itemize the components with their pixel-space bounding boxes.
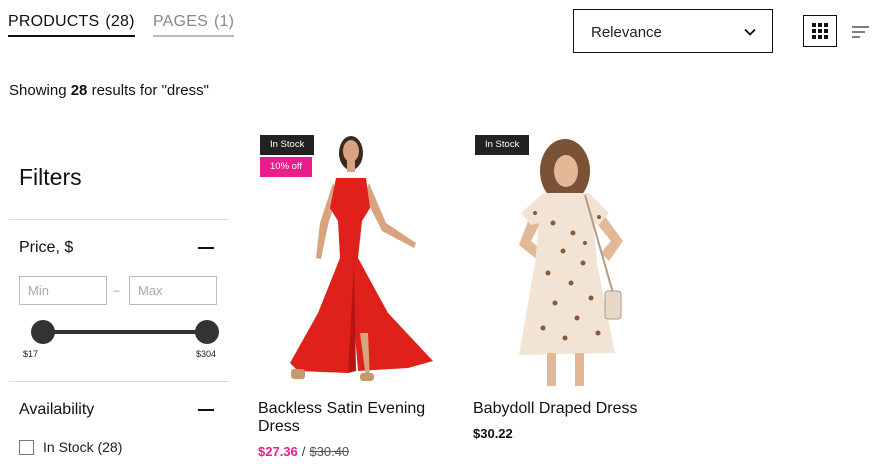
filters-title: Filters: [19, 164, 82, 190]
product-title[interactable]: Babydoll Draped Dress: [473, 400, 668, 418]
sort-select[interactable]: Relevance: [573, 9, 773, 53]
results-prefix: Showing: [9, 82, 71, 99]
price-filter-title: Price, $: [19, 239, 74, 256]
filters-divider: [9, 219, 229, 220]
tab-pages[interactable]: PAGES (1): [153, 13, 235, 37]
results-count: 28: [70, 82, 88, 99]
product-price: $27.36/$30.40: [258, 444, 453, 459]
discount-badge: 10% off: [260, 157, 313, 177]
price-max-label: $304: [196, 349, 217, 359]
price-slider-track[interactable]: [43, 330, 207, 334]
list-icon[interactable]: [852, 24, 870, 40]
price-slider-min-handle[interactable]: [31, 320, 55, 344]
product-photo-babydoll-dress: [519, 139, 623, 386]
tab-products-count: (28): [105, 13, 135, 30]
results-suffix: results for "dress": [87, 82, 209, 99]
collapse-price-icon[interactable]: [198, 247, 214, 249]
tab-pages-label: PAGES: [153, 13, 208, 30]
sort-selected-value: Relevance: [591, 24, 662, 41]
sale-price: $27.36: [258, 444, 298, 459]
price-min-input[interactable]: [19, 276, 107, 305]
grid-view-button[interactable]: [803, 15, 837, 47]
in-stock-badge: In Stock: [475, 135, 530, 155]
availability-filter-title: Availability: [19, 401, 95, 418]
product-card[interactable]: In Stock 10% off Backless Satin Evening …: [258, 133, 453, 459]
tab-products-label: PRODUCTS: [8, 13, 100, 30]
price-slider-max-handle[interactable]: [195, 320, 219, 344]
results-summary: Showing 28 results for "dress": [9, 82, 209, 99]
product-title[interactable]: Backless Satin Evening Dress: [258, 400, 453, 436]
in-stock-label: In Stock (28): [43, 439, 123, 455]
regular-price: $30.22: [473, 426, 513, 441]
product-card[interactable]: In Stock Babydoll Draped Dress $30.22: [473, 133, 668, 441]
product-price: $30.22: [473, 426, 668, 441]
in-stock-checkbox[interactable]: [19, 440, 34, 455]
original-price: $30.40: [309, 444, 350, 459]
collapse-availability-icon[interactable]: [198, 409, 214, 411]
tab-products[interactable]: PRODUCTS (28): [8, 13, 135, 37]
product-image[interactable]: In Stock: [473, 133, 668, 386]
in-stock-badge: In Stock: [260, 135, 315, 155]
product-image[interactable]: In Stock 10% off: [258, 133, 453, 386]
tab-pages-count: (1): [213, 13, 235, 30]
price-min-label: $17: [23, 349, 39, 359]
filters-divider: [9, 381, 229, 382]
grid-icon: [812, 23, 828, 39]
price-range-dash: –: [113, 283, 120, 297]
price-separator: /: [301, 444, 306, 459]
price-max-input[interactable]: [129, 276, 217, 305]
chevron-down-icon: [744, 28, 756, 36]
